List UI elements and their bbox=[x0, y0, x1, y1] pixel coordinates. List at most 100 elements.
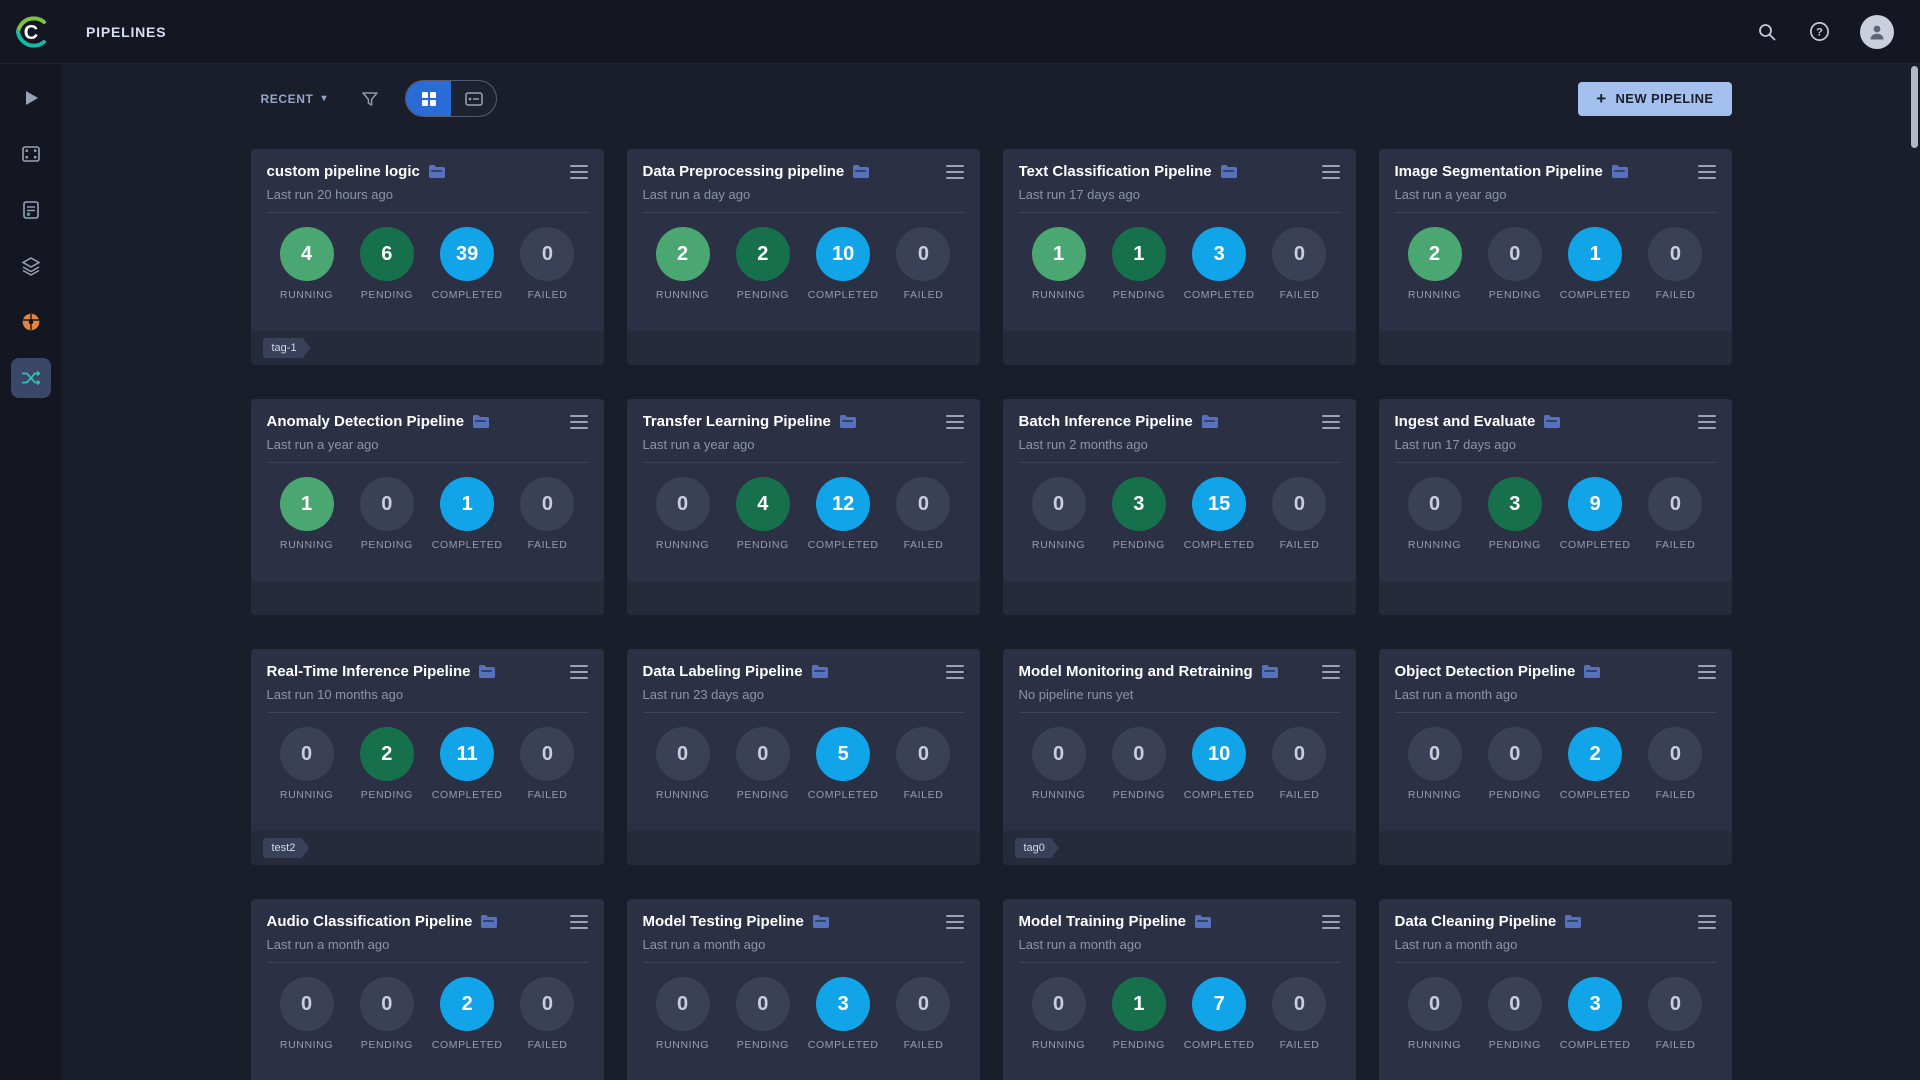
stat-label: COMPLETED bbox=[1560, 539, 1631, 551]
pipeline-card[interactable]: Data Cleaning Pipeline Last run a month … bbox=[1379, 899, 1732, 1080]
stat-label: PENDING bbox=[1113, 789, 1165, 801]
card-menu-icon[interactable] bbox=[1322, 165, 1340, 179]
filter-icon[interactable] bbox=[361, 90, 379, 108]
card-menu-icon[interactable] bbox=[1322, 915, 1340, 929]
stat-label: RUNNING bbox=[1408, 789, 1461, 801]
stat-circle: 0 bbox=[1112, 727, 1166, 781]
card-menu-icon[interactable] bbox=[946, 665, 964, 679]
stat-circle: 3 bbox=[1568, 977, 1622, 1031]
app-logo[interactable]: C bbox=[0, 0, 62, 64]
view-toggle bbox=[405, 80, 497, 117]
tag-chip: tag0 bbox=[1015, 838, 1059, 858]
stat-circle: 0 bbox=[1648, 477, 1702, 531]
user-avatar[interactable] bbox=[1860, 15, 1894, 49]
sidebar-item-reports[interactable] bbox=[11, 190, 51, 230]
sidebar-item-datasets[interactable] bbox=[11, 134, 51, 174]
stat: 0 PENDING bbox=[727, 727, 799, 801]
card-menu-icon[interactable] bbox=[1698, 415, 1716, 429]
stat: 2 PENDING bbox=[351, 727, 423, 801]
stat-label: RUNNING bbox=[1032, 289, 1085, 301]
sidebar bbox=[0, 64, 62, 1080]
new-pipeline-button[interactable]: + NEW PIPELINE bbox=[1578, 82, 1731, 116]
card-stats: 0 RUNNING 4 PENDING 12 COMPLETED 0 FAILE… bbox=[627, 463, 980, 551]
sidebar-item-experiments[interactable] bbox=[11, 246, 51, 286]
sort-dropdown[interactable]: RECENT ▾ bbox=[261, 92, 328, 106]
project-folder-icon bbox=[428, 164, 445, 179]
plus-icon: + bbox=[1596, 90, 1606, 107]
tag-chip: test2 bbox=[263, 838, 310, 858]
pipeline-card[interactable]: Anomaly Detection Pipeline Last run a ye… bbox=[251, 399, 604, 615]
card-menu-icon[interactable] bbox=[1322, 415, 1340, 429]
stat-circle: 0 bbox=[1488, 227, 1542, 281]
card-menu-icon[interactable] bbox=[946, 415, 964, 429]
card-footer bbox=[251, 581, 604, 615]
search-icon[interactable] bbox=[1756, 21, 1778, 43]
card-menu-icon[interactable] bbox=[1698, 915, 1716, 929]
pipeline-card[interactable]: Ingest and Evaluate Last run 17 days ago… bbox=[1379, 399, 1732, 615]
stat-label: FAILED bbox=[528, 789, 568, 801]
stat-label: FAILED bbox=[904, 289, 944, 301]
stat-label: FAILED bbox=[528, 289, 568, 301]
pipeline-card[interactable]: Model Training Pipeline Last run a month… bbox=[1003, 899, 1356, 1080]
stat-label: FAILED bbox=[528, 1039, 568, 1051]
card-footer bbox=[627, 831, 980, 865]
card-stats: 0 RUNNING 2 PENDING 11 COMPLETED 0 FAILE… bbox=[251, 713, 604, 801]
stat: 0 RUNNING bbox=[647, 727, 719, 801]
card-menu-icon[interactable] bbox=[1322, 665, 1340, 679]
stat-circle: 0 bbox=[1032, 977, 1086, 1031]
card-menu-icon[interactable] bbox=[570, 915, 588, 929]
page-title: PIPELINES bbox=[86, 24, 166, 40]
stat: 2 RUNNING bbox=[647, 227, 719, 301]
pipeline-card[interactable]: Model Testing Pipeline Last run a month … bbox=[627, 899, 980, 1080]
stat: 5 COMPLETED bbox=[807, 727, 879, 801]
stat-circle: 0 bbox=[736, 727, 790, 781]
card-menu-icon[interactable] bbox=[946, 165, 964, 179]
stat: 1 PENDING bbox=[1103, 977, 1175, 1051]
project-folder-icon bbox=[1543, 414, 1560, 429]
stat-label: FAILED bbox=[1656, 789, 1696, 801]
pipeline-card[interactable]: Text Classification Pipeline Last run 17… bbox=[1003, 149, 1356, 365]
stat-circle: 39 bbox=[440, 227, 494, 281]
stat: 11 COMPLETED bbox=[431, 727, 503, 801]
card-menu-icon[interactable] bbox=[570, 665, 588, 679]
stat-label: COMPLETED bbox=[808, 789, 879, 801]
project-folder-icon bbox=[478, 664, 495, 679]
stat: 1 COMPLETED bbox=[1559, 227, 1631, 301]
stat-circle: 2 bbox=[1568, 727, 1622, 781]
pipeline-card[interactable]: Image Segmentation Pipeline Last run a y… bbox=[1379, 149, 1732, 365]
pipeline-card[interactable]: Audio Classification Pipeline Last run a… bbox=[251, 899, 604, 1080]
project-folder-icon bbox=[472, 414, 489, 429]
sidebar-item-models[interactable] bbox=[11, 302, 51, 342]
pipeline-title: custom pipeline logic bbox=[267, 163, 420, 180]
stat-label: RUNNING bbox=[656, 789, 709, 801]
scrollbar-thumb[interactable] bbox=[1911, 66, 1918, 148]
sidebar-item-pipelines[interactable] bbox=[11, 358, 51, 398]
stat-circle: 0 bbox=[520, 227, 574, 281]
pipeline-card[interactable]: Object Detection Pipeline Last run a mon… bbox=[1379, 649, 1732, 865]
grid-view-button[interactable] bbox=[406, 81, 451, 116]
pipeline-title: Image Segmentation Pipeline bbox=[1395, 163, 1603, 180]
pipeline-last-run: Last run 20 hours ago bbox=[267, 187, 588, 202]
pipeline-card[interactable]: Model Monitoring and Retraining No pipel… bbox=[1003, 649, 1356, 865]
card-menu-icon[interactable] bbox=[1698, 665, 1716, 679]
toolbar: RECENT ▾ + NEW PIPELINE bbox=[251, 80, 1732, 117]
pipeline-card[interactable]: Real-Time Inference Pipeline Last run 10… bbox=[251, 649, 604, 865]
pipeline-card[interactable]: Data Labeling Pipeline Last run 23 days … bbox=[627, 649, 980, 865]
card-menu-icon[interactable] bbox=[570, 415, 588, 429]
pipeline-card[interactable]: Data Preprocessing pipeline Last run a d… bbox=[627, 149, 980, 365]
stat-label: COMPLETED bbox=[808, 289, 879, 301]
stat-circle: 12 bbox=[816, 477, 870, 531]
sort-dropdown-label: RECENT bbox=[261, 92, 314, 106]
table-view-button[interactable] bbox=[451, 81, 496, 116]
card-menu-icon[interactable] bbox=[570, 165, 588, 179]
sidebar-item-projects[interactable] bbox=[11, 78, 51, 118]
pipeline-card[interactable]: Batch Inference Pipeline Last run 2 mont… bbox=[1003, 399, 1356, 615]
stat-circle: 9 bbox=[1568, 477, 1622, 531]
help-icon[interactable]: ? bbox=[1808, 21, 1830, 43]
card-menu-icon[interactable] bbox=[1698, 165, 1716, 179]
pipeline-card[interactable]: Transfer Learning Pipeline Last run a ye… bbox=[627, 399, 980, 615]
pipeline-card[interactable]: custom pipeline logic Last run 20 hours … bbox=[251, 149, 604, 365]
stat-label: PENDING bbox=[1489, 789, 1541, 801]
card-menu-icon[interactable] bbox=[946, 915, 964, 929]
stat-circle: 5 bbox=[816, 727, 870, 781]
